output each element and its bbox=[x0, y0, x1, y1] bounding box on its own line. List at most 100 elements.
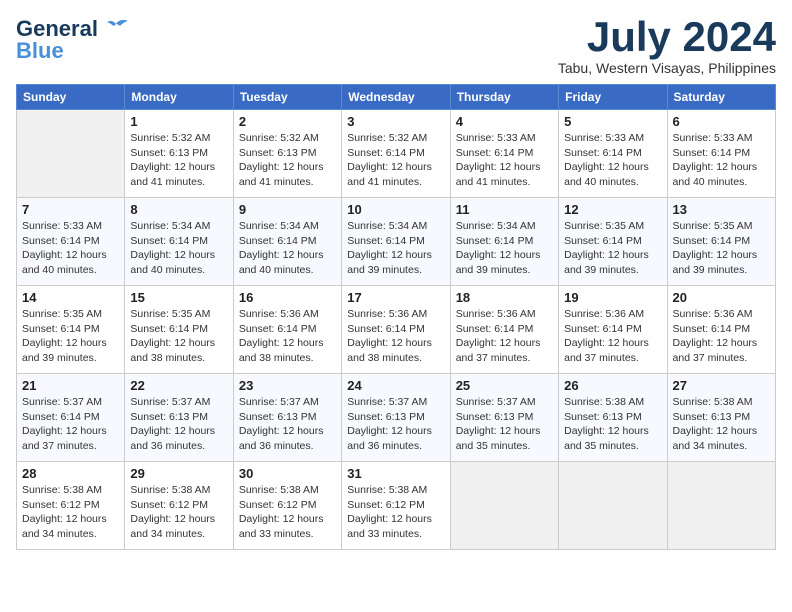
weekday-header: Thursday bbox=[450, 85, 558, 110]
day-info: Sunrise: 5:36 AMSunset: 6:14 PMDaylight:… bbox=[564, 307, 661, 366]
calendar-cell: 31Sunrise: 5:38 AMSunset: 6:12 PMDayligh… bbox=[342, 462, 450, 550]
day-number: 17 bbox=[347, 290, 444, 305]
day-info: Sunrise: 5:38 AMSunset: 6:13 PMDaylight:… bbox=[673, 395, 770, 454]
calendar-cell: 17 Sunrise: 5:36 AMSunset: 6:14 PMDayligh… bbox=[342, 286, 450, 374]
day-info: Sunrise: 5:37 AMSunset: 6:14 PMDaylight:… bbox=[22, 395, 119, 454]
day-number: 28 bbox=[22, 466, 119, 481]
day-info: Sunrise: 5:38 AMSunset: 6:12 PMDaylight:… bbox=[130, 483, 227, 542]
day-info: Sunrise: 5:36 AMSunset: 6:14 PMDaylight:… bbox=[239, 307, 336, 366]
calendar-cell: 15 Sunrise: 5:35 AMSunset: 6:14 PMDayligh… bbox=[125, 286, 233, 374]
weekday-header: Tuesday bbox=[233, 85, 341, 110]
day-info: Sunrise: 5:34 AMSunset: 6:14 PMDaylight:… bbox=[130, 219, 227, 278]
weekday-header: Monday bbox=[125, 85, 233, 110]
week-row: 7 Sunrise: 5:33 AMSunset: 6:14 PMDaylight… bbox=[17, 198, 776, 286]
day-info: Sunrise: 5:38 AMSunset: 6:12 PMDaylight:… bbox=[347, 483, 444, 542]
day-number: 11 bbox=[456, 202, 553, 217]
calendar-cell bbox=[450, 462, 558, 550]
weekday-header: Wednesday bbox=[342, 85, 450, 110]
day-info: Sunrise: 5:33 AMSunset: 6:14 PMDaylight:… bbox=[456, 131, 553, 190]
day-info: Sunrise: 5:36 AMSunset: 6:14 PMDaylight:… bbox=[347, 307, 444, 366]
day-info: Sunrise: 5:36 AMSunset: 6:14 PMDaylight:… bbox=[673, 307, 770, 366]
day-info: Sunrise: 5:32 AMSunset: 6:13 PMDaylight:… bbox=[130, 131, 227, 190]
title-block: July 2024 Tabu, Western Visayas, Philipp… bbox=[558, 16, 776, 76]
day-info: Sunrise: 5:37 AMSunset: 6:13 PMDaylight:… bbox=[239, 395, 336, 454]
day-info: Sunrise: 5:35 AMSunset: 6:14 PMDaylight:… bbox=[130, 307, 227, 366]
day-number: 23 bbox=[239, 378, 336, 393]
day-number: 5 bbox=[564, 114, 661, 129]
calendar-cell bbox=[17, 110, 125, 198]
day-info: Sunrise: 5:36 AMSunset: 6:14 PMDaylight:… bbox=[456, 307, 553, 366]
day-info: Sunrise: 5:32 AMSunset: 6:13 PMDaylight:… bbox=[239, 131, 336, 190]
calendar-cell bbox=[667, 462, 775, 550]
calendar-cell: 29 Sunrise: 5:38 AMSunset: 6:12 PMDayligh… bbox=[125, 462, 233, 550]
day-number: 3 bbox=[347, 114, 444, 129]
calendar-cell: 25 Sunrise: 5:37 AMSunset: 6:13 PMDayligh… bbox=[450, 374, 558, 462]
calendar-cell: 3 Sunrise: 5:32 AMSunset: 6:14 PMDaylight… bbox=[342, 110, 450, 198]
page-header: General Blue July 2024 Tabu, Western Vis… bbox=[16, 16, 776, 76]
day-info: Sunrise: 5:35 AMSunset: 6:14 PMDaylight:… bbox=[673, 219, 770, 278]
day-number: 20 bbox=[673, 290, 770, 305]
logo-bird-icon bbox=[102, 18, 130, 40]
calendar-cell: 10Sunrise: 5:34 AMSunset: 6:14 PMDayligh… bbox=[342, 198, 450, 286]
day-number: 16 bbox=[239, 290, 336, 305]
day-info: Sunrise: 5:35 AMSunset: 6:14 PMDaylight:… bbox=[22, 307, 119, 366]
week-row: 21 Sunrise: 5:37 AMSunset: 6:14 PMDayligh… bbox=[17, 374, 776, 462]
calendar-cell: 27Sunrise: 5:38 AMSunset: 6:13 PMDayligh… bbox=[667, 374, 775, 462]
day-number: 12 bbox=[564, 202, 661, 217]
weekday-header: Friday bbox=[559, 85, 667, 110]
weekday-header: Sunday bbox=[17, 85, 125, 110]
day-number: 2 bbox=[239, 114, 336, 129]
day-info: Sunrise: 5:33 AMSunset: 6:14 PMDaylight:… bbox=[22, 219, 119, 278]
calendar-cell: 22 Sunrise: 5:37 AMSunset: 6:13 PMDayligh… bbox=[125, 374, 233, 462]
weekday-header-row: SundayMondayTuesdayWednesdayThursdayFrid… bbox=[17, 85, 776, 110]
calendar-cell: 18 Sunrise: 5:36 AMSunset: 6:14 PMDayligh… bbox=[450, 286, 558, 374]
week-row: 28 Sunrise: 5:38 AMSunset: 6:12 PMDayligh… bbox=[17, 462, 776, 550]
day-info: Sunrise: 5:37 AMSunset: 6:13 PMDaylight:… bbox=[347, 395, 444, 454]
week-row: 1 Sunrise: 5:32 AMSunset: 6:13 PMDaylight… bbox=[17, 110, 776, 198]
location-subtitle: Tabu, Western Visayas, Philippines bbox=[558, 60, 776, 76]
calendar-cell: 26Sunrise: 5:38 AMSunset: 6:13 PMDayligh… bbox=[559, 374, 667, 462]
calendar-cell: 30Sunrise: 5:38 AMSunset: 6:12 PMDayligh… bbox=[233, 462, 341, 550]
calendar-cell: 14 Sunrise: 5:35 AMSunset: 6:14 PMDayligh… bbox=[17, 286, 125, 374]
calendar-cell: 24Sunrise: 5:37 AMSunset: 6:13 PMDayligh… bbox=[342, 374, 450, 462]
day-number: 22 bbox=[130, 378, 227, 393]
day-number: 15 bbox=[130, 290, 227, 305]
calendar-cell: 6 Sunrise: 5:33 AMSunset: 6:14 PMDaylight… bbox=[667, 110, 775, 198]
week-row: 14 Sunrise: 5:35 AMSunset: 6:14 PMDayligh… bbox=[17, 286, 776, 374]
day-number: 6 bbox=[673, 114, 770, 129]
calendar-cell: 9 Sunrise: 5:34 AMSunset: 6:14 PMDaylight… bbox=[233, 198, 341, 286]
weekday-header: Saturday bbox=[667, 85, 775, 110]
day-number: 26 bbox=[564, 378, 661, 393]
day-info: Sunrise: 5:38 AMSunset: 6:12 PMDaylight:… bbox=[239, 483, 336, 542]
day-info: Sunrise: 5:34 AMSunset: 6:14 PMDaylight:… bbox=[239, 219, 336, 278]
calendar-cell: 8Sunrise: 5:34 AMSunset: 6:14 PMDaylight… bbox=[125, 198, 233, 286]
day-number: 4 bbox=[456, 114, 553, 129]
calendar-cell: 7 Sunrise: 5:33 AMSunset: 6:14 PMDaylight… bbox=[17, 198, 125, 286]
day-info: Sunrise: 5:35 AMSunset: 6:14 PMDaylight:… bbox=[564, 219, 661, 278]
calendar-cell: 20 Sunrise: 5:36 AMSunset: 6:14 PMDayligh… bbox=[667, 286, 775, 374]
calendar-cell: 11 Sunrise: 5:34 AMSunset: 6:14 PMDayligh… bbox=[450, 198, 558, 286]
day-info: Sunrise: 5:34 AMSunset: 6:14 PMDaylight:… bbox=[456, 219, 553, 278]
day-info: Sunrise: 5:37 AMSunset: 6:13 PMDaylight:… bbox=[130, 395, 227, 454]
day-info: Sunrise: 5:37 AMSunset: 6:13 PMDaylight:… bbox=[456, 395, 553, 454]
day-info: Sunrise: 5:32 AMSunset: 6:14 PMDaylight:… bbox=[347, 131, 444, 190]
day-number: 25 bbox=[456, 378, 553, 393]
day-number: 9 bbox=[239, 202, 336, 217]
month-year-title: July 2024 bbox=[558, 16, 776, 58]
day-number: 29 bbox=[130, 466, 227, 481]
calendar-cell: 28Sunrise: 5:38 AMSunset: 6:12 PMDayligh… bbox=[17, 462, 125, 550]
day-number: 7 bbox=[22, 202, 119, 217]
day-number: 14 bbox=[22, 290, 119, 305]
calendar-cell: 21 Sunrise: 5:37 AMSunset: 6:14 PMDayligh… bbox=[17, 374, 125, 462]
calendar-cell: 2 Sunrise: 5:32 AMSunset: 6:13 PMDaylight… bbox=[233, 110, 341, 198]
day-number: 18 bbox=[456, 290, 553, 305]
logo: General Blue bbox=[16, 16, 130, 64]
day-number: 1 bbox=[130, 114, 227, 129]
calendar-cell: 23 Sunrise: 5:37 AMSunset: 6:13 PMDayligh… bbox=[233, 374, 341, 462]
calendar-cell: 16 Sunrise: 5:36 AMSunset: 6:14 PMDayligh… bbox=[233, 286, 341, 374]
day-number: 21 bbox=[22, 378, 119, 393]
calendar-cell: 13Sunrise: 5:35 AMSunset: 6:14 PMDayligh… bbox=[667, 198, 775, 286]
day-number: 10 bbox=[347, 202, 444, 217]
calendar-cell: 1 Sunrise: 5:32 AMSunset: 6:13 PMDaylight… bbox=[125, 110, 233, 198]
day-info: Sunrise: 5:33 AMSunset: 6:14 PMDaylight:… bbox=[673, 131, 770, 190]
